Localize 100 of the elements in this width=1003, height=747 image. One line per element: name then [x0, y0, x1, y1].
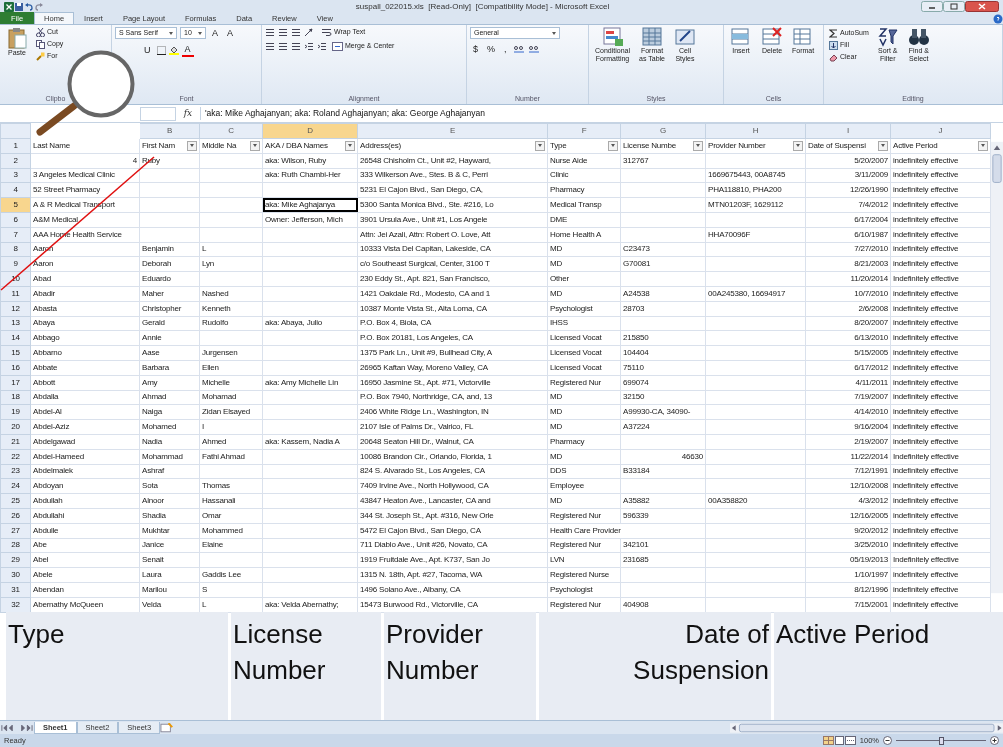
shrink-font-button[interactable]: A — [224, 27, 237, 39]
table-cell: 1421 Oakdale Rd., Modesto, CA and 1 — [360, 288, 490, 298]
table-cell: 11/22/2014 — [850, 451, 888, 461]
table-cell: 104404 — [623, 348, 649, 358]
column-header[interactable]: E — [357, 123, 548, 139]
table-cell: 2/19/2007 — [854, 436, 888, 446]
column-header[interactable]: H — [705, 123, 806, 139]
currency-button[interactable]: $ — [470, 43, 481, 55]
table-icon — [641, 27, 663, 47]
filter-button[interactable] — [250, 140, 260, 151]
table-cell: 5300 Santa Monica Blvd., Ste. #216, Lo — [360, 200, 494, 210]
header-cell: Last Name — [33, 140, 70, 150]
zoom-slider[interactable] — [896, 736, 986, 745]
table-cell: MD — [550, 496, 563, 505]
page-layout-icon[interactable] — [833, 736, 845, 745]
header-cell: Active Period — [893, 139, 938, 152]
close-icon[interactable] — [965, 1, 999, 12]
new-sheet-icon[interactable] — [160, 722, 174, 733]
table-cell: 20648 Seaton Hill Dr., Walnut, CA — [360, 436, 474, 446]
percent-button[interactable]: % — [484, 43, 499, 55]
font-color-button[interactable]: A — [181, 43, 194, 57]
filter-button[interactable] — [693, 140, 703, 151]
column-header[interactable]: G — [620, 123, 706, 139]
maximize-icon[interactable] — [943, 1, 965, 12]
spreadsheet-logo-icon[interactable] — [4, 1, 14, 12]
table-cell: Abdulle — [33, 525, 59, 535]
filter-button[interactable] — [187, 140, 197, 151]
paint-bucket-icon[interactable] — [168, 45, 179, 55]
zoom-out-icon[interactable] — [883, 736, 892, 745]
table-cell: Psychologist — [550, 584, 593, 594]
eraser-icon — [829, 52, 838, 62]
decimal-places-icon[interactable] — [527, 44, 540, 54]
alignment-icon[interactable] — [265, 41, 275, 51]
filter-button[interactable] — [878, 140, 888, 151]
table-cell: 9/20/2012 — [854, 525, 888, 535]
alignment-icon[interactable] — [278, 27, 288, 37]
table-cell: 10/7/2010 — [854, 288, 888, 298]
column-header[interactable]: C — [199, 123, 263, 139]
conditional-format-icon — [601, 27, 624, 47]
table-cell: 11/20/2014 — [850, 274, 888, 284]
table-cell: Kenneth — [202, 303, 231, 313]
alignment-icon[interactable] — [291, 27, 301, 37]
table-cell: indefinitely effective — [893, 407, 959, 417]
alignment-icon[interactable] — [278, 41, 288, 51]
filter-button[interactable] — [978, 140, 988, 151]
table-cell: MD — [550, 244, 563, 254]
undo-icon[interactable] — [24, 1, 34, 12]
decimal-places-icon[interactable] — [512, 44, 525, 54]
caret-icon — [611, 144, 615, 148]
normal-view-icon[interactable] — [822, 736, 834, 745]
zoom-in-icon[interactable] — [990, 736, 999, 745]
column-header[interactable]: B — [139, 123, 200, 139]
table-cell: Abasta — [33, 303, 57, 313]
sheet-navigation-icon[interactable] — [0, 722, 34, 733]
redo-icon[interactable] — [34, 1, 44, 12]
horizontal-scrollbar[interactable] — [729, 722, 1003, 733]
border-icon[interactable] — [156, 45, 166, 55]
page-break-icon[interactable] — [844, 736, 856, 745]
cell-styles-icon — [674, 27, 696, 47]
table-cell: Aaron — [33, 259, 54, 269]
formula-value[interactable]: 'aka: Mike Aghajanyan; aka: Roland Aghajanyan; aka: George Aghajanyan — [200, 107, 1003, 120]
help-icon[interactable] — [993, 14, 1003, 24]
filter-button[interactable] — [793, 140, 803, 151]
filter-button[interactable] — [535, 140, 545, 151]
text-orientation-icon[interactable] — [304, 27, 316, 37]
caret-icon — [696, 144, 700, 148]
table-cell: Mohamed — [142, 422, 177, 432]
table-cell: Abdoyan — [33, 481, 64, 491]
slider-thumb[interactable] — [938, 736, 944, 745]
filter-button[interactable] — [345, 140, 355, 151]
table-cell: Shadia — [142, 510, 166, 520]
column-header[interactable]: D — [262, 123, 358, 139]
underline-button[interactable]: U — [141, 44, 154, 56]
indent-icon[interactable] — [304, 41, 314, 51]
table-cell: Sota — [142, 481, 158, 491]
column-header[interactable]: I — [805, 123, 891, 139]
column-header[interactable]: J — [890, 123, 991, 139]
table-cell: Abbarno — [33, 348, 62, 358]
column-header[interactable]: F — [547, 123, 621, 139]
table-cell: 10387 Monte Vista St., Alta Loma, CA — [360, 303, 487, 313]
header-cell: Provider Number — [708, 139, 766, 152]
header-cell: Date of Suspensi — [808, 139, 866, 152]
filter-button[interactable] — [608, 140, 618, 151]
grow-font-button[interactable]: A — [209, 27, 221, 39]
table-cell: 7/27/2010 — [854, 244, 888, 254]
caret-icon — [552, 31, 556, 35]
binoculars-icon — [907, 27, 930, 47]
indent-icon[interactable] — [317, 41, 327, 51]
table-cell: indefinitely effective — [893, 362, 959, 372]
table-cell: indefinitely effective — [893, 584, 959, 594]
table-cell: A35882 — [623, 496, 650, 505]
save-icon[interactable] — [14, 1, 24, 12]
table-cell: LVN — [550, 555, 565, 565]
alignment-icon[interactable] — [265, 27, 275, 37]
alignment-icon[interactable] — [291, 41, 301, 51]
table-cell: indefinitely effective — [893, 348, 959, 358]
table-cell: IHSS — [550, 318, 568, 328]
minimize-icon[interactable] — [921, 1, 943, 12]
table-cell: 43847 Heaton Ave., Lancaster, CA and — [360, 496, 491, 505]
comma-style-button[interactable]: , — [501, 43, 510, 55]
